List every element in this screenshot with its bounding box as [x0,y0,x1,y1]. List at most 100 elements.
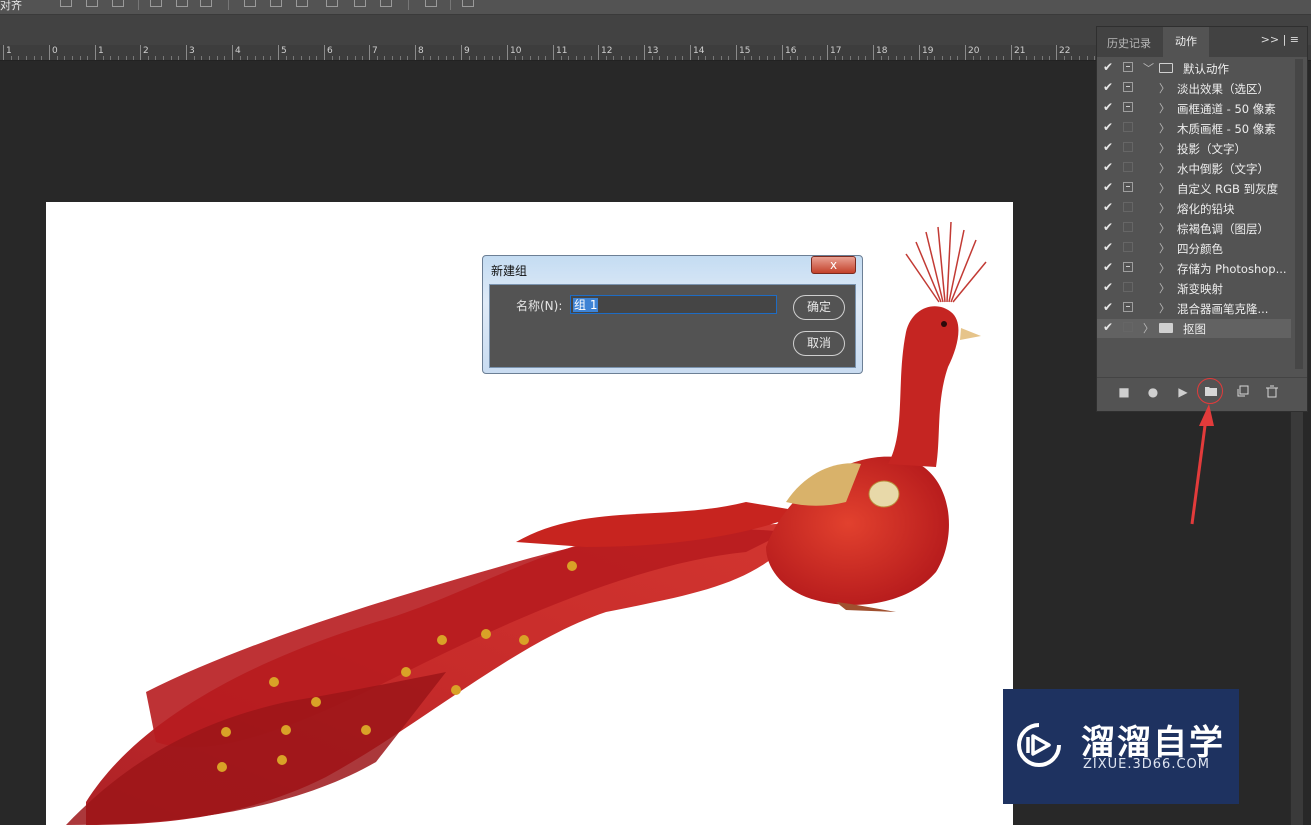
chevron-right-icon[interactable]: 〉 [1159,120,1170,136]
align-bottom-icon[interactable] [200,0,212,7]
action-label: 自定义 RGB 到灰度 [1177,182,1279,196]
toggle-checkmark-icon[interactable]: ✔ [1103,100,1115,114]
chevron-right-icon[interactable]: 〉 [1159,220,1170,236]
distribute-icon[interactable] [296,0,308,7]
ruler-minor-tick [1042,56,1043,60]
tab-actions[interactable]: 动作 [1163,27,1209,57]
distribute-icon[interactable] [326,0,338,7]
action-set-row[interactable]: ✔ ﹀ 默认动作 [1097,59,1291,78]
align-right-icon[interactable] [112,0,124,7]
dialog-toggle-icon[interactable] [1123,122,1133,132]
toggle-checkmark-icon[interactable]: ✔ [1103,140,1115,154]
toggle-checkmark-icon[interactable]: ✔ [1103,120,1115,134]
chevron-right-icon[interactable]: 〉 [1159,160,1170,176]
action-row[interactable]: ✔ 〉渐变映射 [1097,279,1291,298]
distribute-icon[interactable] [244,0,256,7]
action-row[interactable]: ✔ 〉自定义 RGB 到灰度 [1097,179,1291,198]
action-row[interactable]: ✔ 〉投影（文字） [1097,139,1291,158]
dialog-toggle-icon[interactable] [1123,242,1133,252]
align-top-icon[interactable] [150,0,162,7]
dialog-toggle-icon[interactable] [1123,62,1133,72]
ok-button[interactable]: 确定 [793,295,845,320]
distribute-icon[interactable] [270,0,282,7]
tab-history[interactable]: 历史记录 [1107,35,1151,51]
dialog-toggle-icon[interactable] [1123,82,1133,92]
dialog-toggle-icon[interactable] [1123,282,1133,292]
action-row[interactable]: ✔ 〉棕褐色调（图层） [1097,219,1291,238]
ruler-minor-tick [355,56,356,60]
chevron-right-icon[interactable]: 〉 [1159,260,1170,276]
red-arrow [1190,404,1214,525]
action-row[interactable]: ✔ 〉四分颜色 [1097,239,1291,258]
new-action-icon[interactable] [1236,385,1250,399]
ruler-minor-tick [721,56,722,60]
action-row[interactable]: ✔ 〉混合器画笔克隆... [1097,299,1291,318]
record-icon[interactable]: ● [1146,385,1160,399]
toggle-checkmark-icon[interactable]: ✔ [1103,320,1115,334]
ruler-minor-tick [996,56,997,60]
name-input[interactable]: 组 1 [570,295,777,314]
toggle-checkmark-icon[interactable]: ✔ [1103,180,1115,194]
ruler-minor-tick [515,56,516,60]
play-icon[interactable]: ▶ [1176,385,1190,399]
chevron-right-icon[interactable]: 〉 [1159,240,1170,256]
toggle-checkmark-icon[interactable]: ✔ [1103,240,1115,254]
dialog-toggle-icon[interactable] [1123,182,1133,192]
chevron-right-icon[interactable]: 〉 [1143,320,1154,336]
distribute-icon[interactable] [354,0,366,7]
chevron-right-icon[interactable]: 〉 [1159,200,1170,216]
action-row[interactable]: ✔ 〉存储为 Photoshop... [1097,259,1291,278]
vertical-scrollbar[interactable] [1290,408,1303,825]
ruler-tick [278,45,279,60]
dialog-toggle-icon[interactable] [1123,102,1133,112]
chevron-down-icon[interactable]: ﹀ [1143,60,1154,76]
dialog-toggle-icon[interactable] [1123,202,1133,212]
dialog-toggle-icon[interactable] [1123,142,1133,152]
toggle-checkmark-icon[interactable]: ✔ [1103,160,1115,174]
ruler-minor-tick [988,56,989,60]
chevron-right-icon[interactable]: 〉 [1159,300,1170,316]
ruler-minor-tick [759,56,760,60]
close-button[interactable]: x [811,256,856,274]
dialog-toggle-icon[interactable] [1123,262,1133,272]
dialog-toggle-icon[interactable] [1123,302,1133,312]
action-row[interactable]: ✔ 〉淡出效果（选区） [1097,79,1291,98]
action-label: 画框通道 - 50 像素 [1177,102,1276,116]
dialog-toggle-icon[interactable] [1123,322,1133,332]
chevron-right-icon[interactable]: 〉 [1159,80,1170,96]
ruler-minor-tick [1094,56,1095,60]
ruler-minor-tick [888,56,889,60]
distribute-icon[interactable] [380,0,392,7]
action-row[interactable]: ✔ 〉木质画框 - 50 像素 [1097,119,1291,138]
align-left-icon[interactable] [60,0,72,7]
toggle-checkmark-icon[interactable]: ✔ [1103,200,1115,214]
3d-mode-icon[interactable] [462,0,474,7]
dialog-toggle-icon[interactable] [1123,222,1133,232]
panel-menu-icon[interactable]: >> | ≡ [1261,33,1299,46]
stop-icon[interactable]: ■ [1117,385,1131,399]
align-center-icon[interactable] [86,0,98,7]
toggle-checkmark-icon[interactable]: ✔ [1103,80,1115,94]
delete-icon[interactable] [1265,385,1279,399]
chevron-right-icon[interactable]: 〉 [1159,180,1170,196]
toggle-checkmark-icon[interactable]: ✔ [1103,220,1115,234]
align-middle-icon[interactable] [176,0,188,7]
toggle-checkmark-icon[interactable]: ✔ [1103,260,1115,274]
action-row[interactable]: ✔ 〉水中倒影（文字） [1097,159,1291,178]
panel-scrollbar[interactable] [1295,59,1303,369]
auto-align-icon[interactable] [425,0,437,7]
action-row[interactable]: ✔ 〉熔化的铅块 [1097,199,1291,218]
chevron-right-icon[interactable]: 〉 [1159,100,1170,116]
action-row[interactable]: ✔ 〉画框通道 - 50 像素 [1097,99,1291,118]
toggle-checkmark-icon[interactable]: ✔ [1103,60,1115,74]
ruler-minor-tick [247,56,248,60]
chevron-right-icon[interactable]: 〉 [1159,140,1170,156]
toggle-checkmark-icon[interactable]: ✔ [1103,280,1115,294]
chevron-right-icon[interactable]: 〉 [1159,280,1170,296]
dialog-toggle-icon[interactable] [1123,162,1133,172]
cancel-button[interactable]: 取消 [793,331,845,356]
ruler-number: 5 [281,46,287,56]
toggle-checkmark-icon[interactable]: ✔ [1103,300,1115,314]
action-set-row[interactable]: ✔ 〉 抠图 [1097,319,1291,338]
ruler-minor-tick [621,56,622,60]
